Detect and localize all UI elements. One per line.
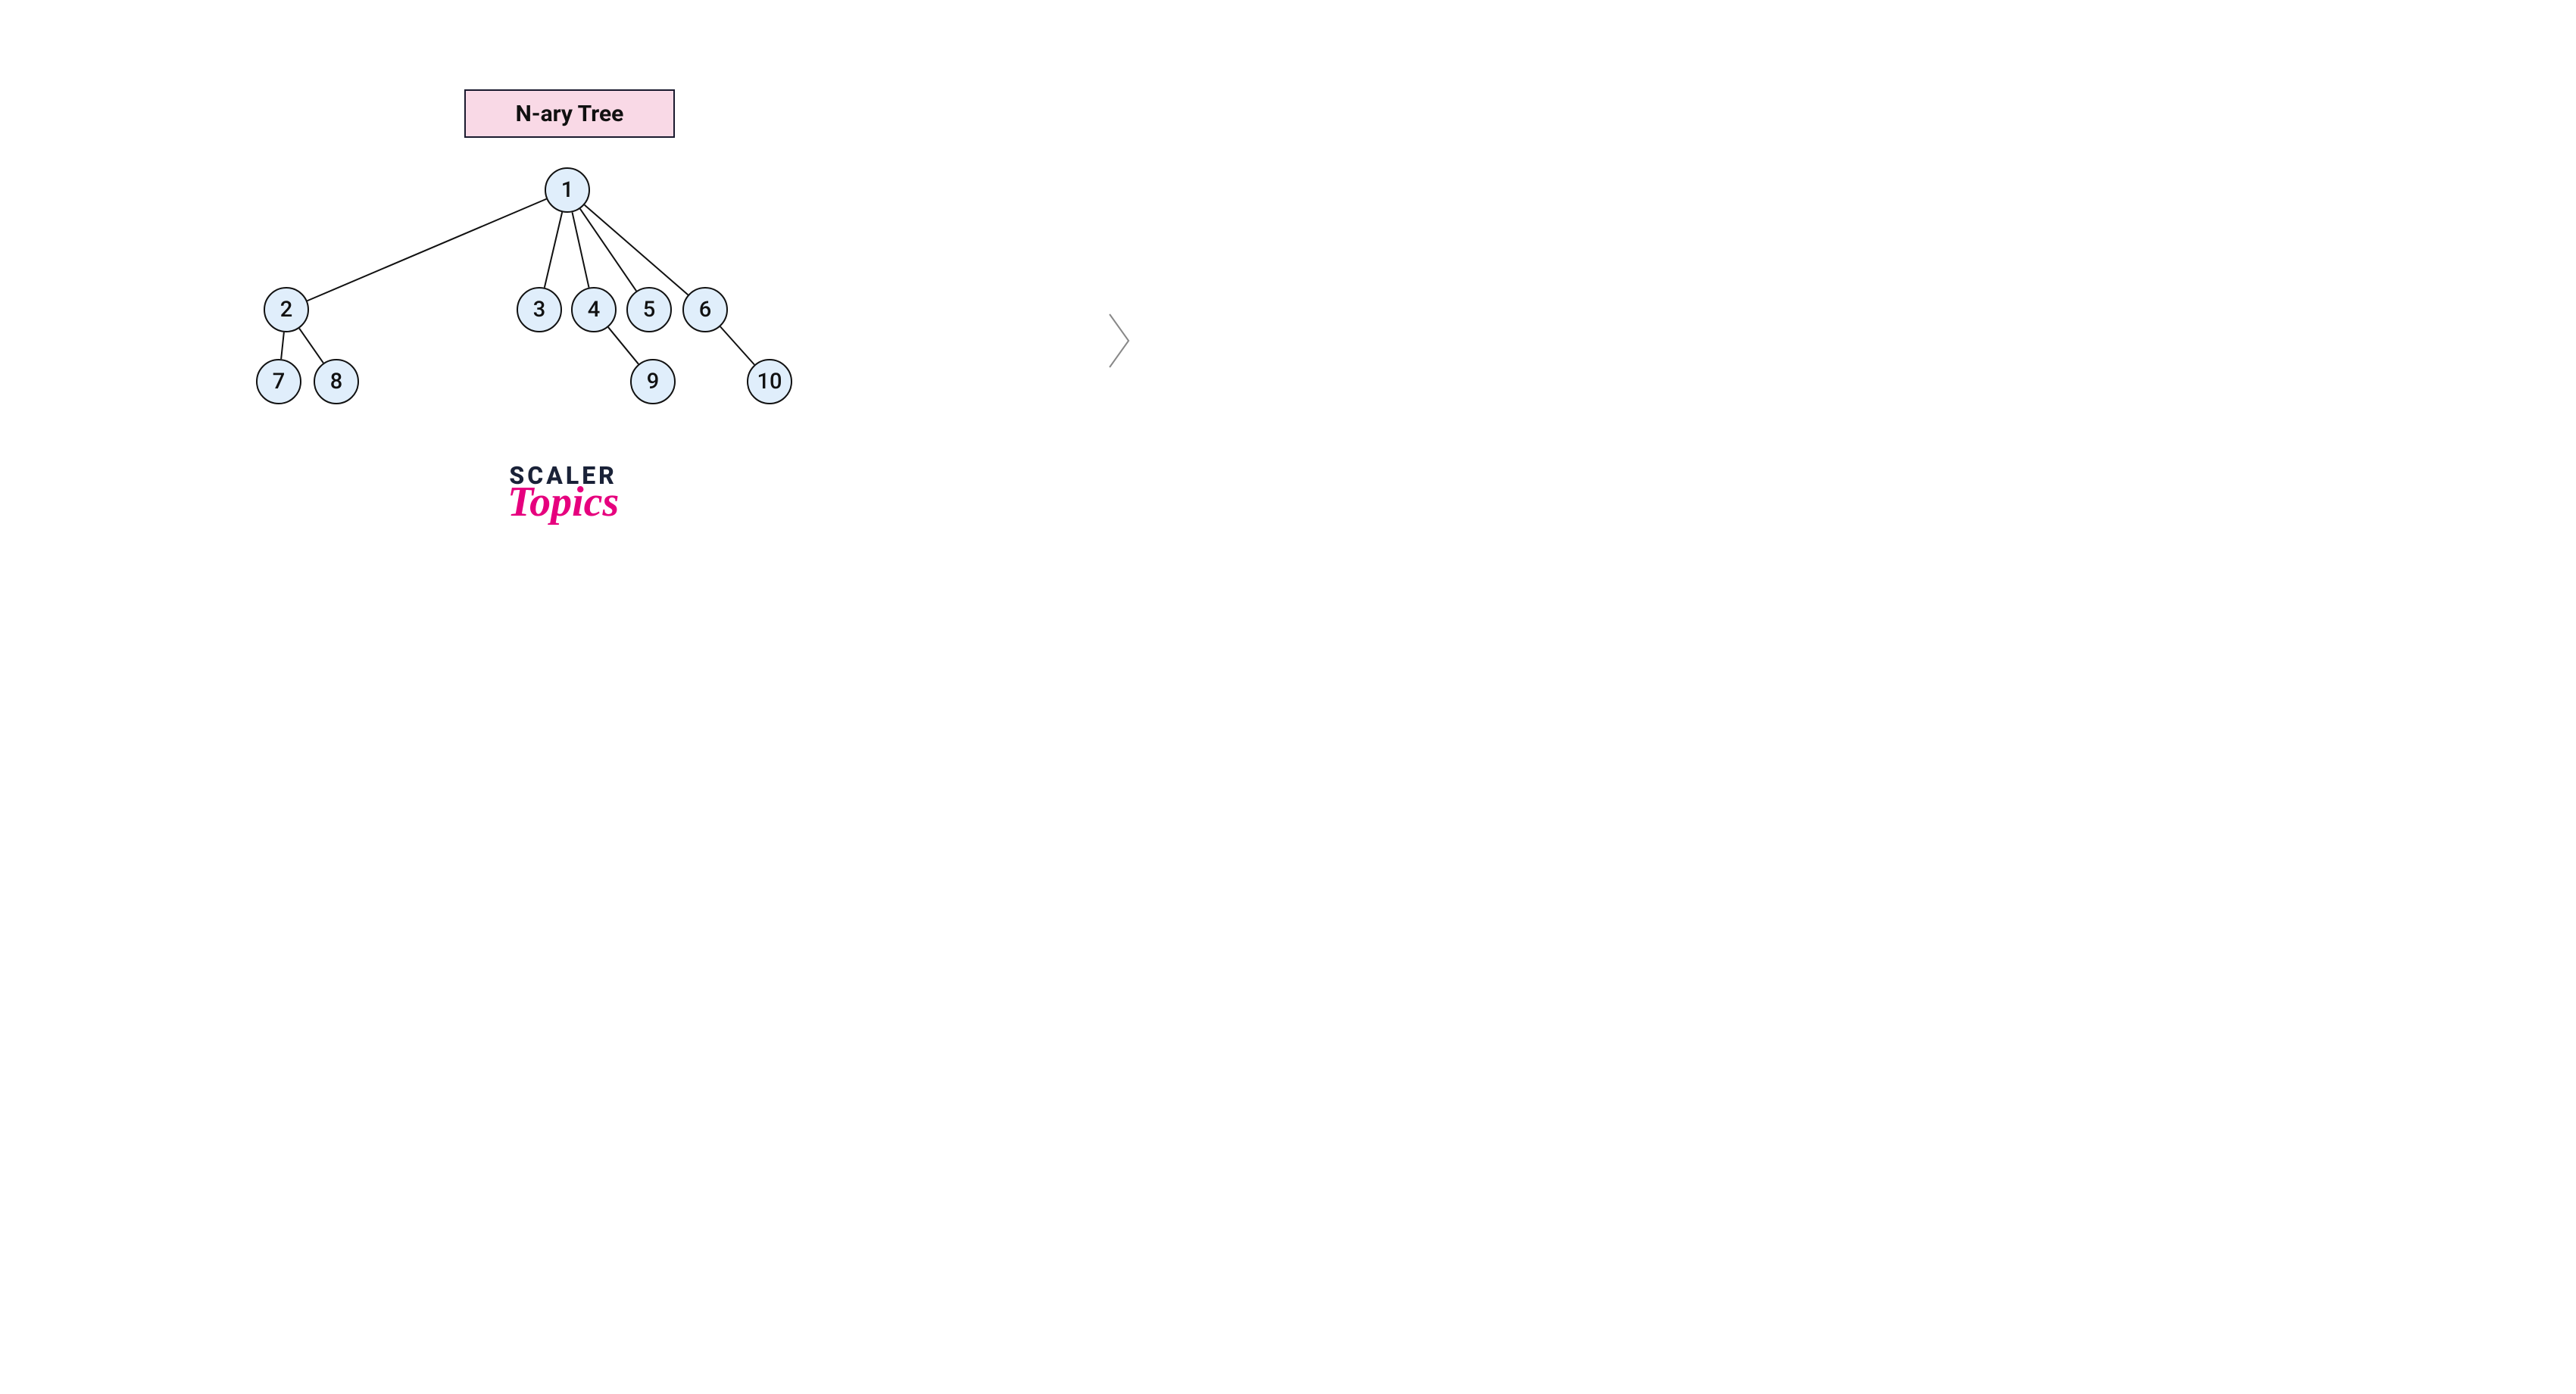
diagram-canvas: N-ary Tree 1 2 3456 78 9 10 SCALER Topics xyxy=(0,0,1136,615)
edge-n1-n3 xyxy=(545,212,562,288)
edge-n1-n6 xyxy=(585,205,688,295)
edge-n1-n2 xyxy=(308,199,547,301)
cropmark-icon xyxy=(1106,310,1136,371)
tree-node-8: 8 xyxy=(314,359,359,404)
edge-n4-n9 xyxy=(608,327,639,364)
edge-n6-n10 xyxy=(720,326,754,364)
tree-node-10: 10 xyxy=(747,359,792,404)
edge-n2-n7 xyxy=(281,332,284,359)
tree-node-3: 3 xyxy=(517,287,562,332)
tree-node-1: 1 xyxy=(545,167,590,213)
tree-node-2: 2 xyxy=(264,287,309,332)
edge-n2-n8 xyxy=(299,329,323,363)
brand-logo: SCALER Topics xyxy=(507,463,619,521)
tree-node-6: 6 xyxy=(682,287,728,332)
diagram-title: N-ary Tree xyxy=(464,89,675,138)
tree-node-9: 9 xyxy=(630,359,676,404)
tree-node-5: 5 xyxy=(626,287,672,332)
edge-n1-n5 xyxy=(580,209,636,291)
brand-logo-line2: Topics xyxy=(507,483,619,521)
edge-n1-n4 xyxy=(572,212,589,287)
tree-node-7: 7 xyxy=(256,359,301,404)
tree-node-4: 4 xyxy=(571,287,617,332)
